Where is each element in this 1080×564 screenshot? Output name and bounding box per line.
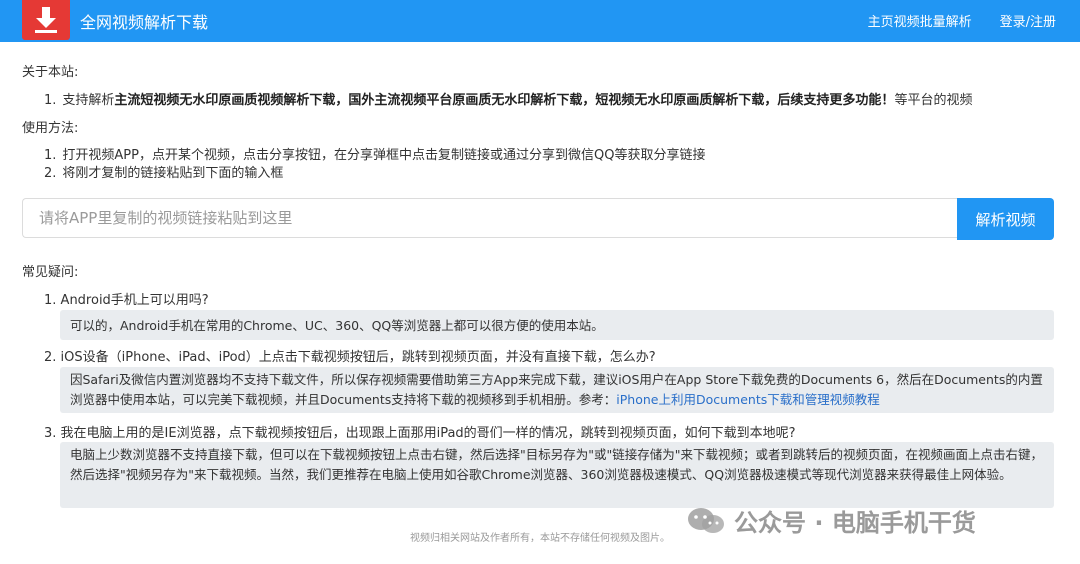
faq-answer: 因Safari及微信内置浏览器均不支持下载文件，所以保存视频需要借助第三方App… [60,367,1054,413]
faq-question: 3. 我在电脑上用的是IE浏览器，点下载视频按钮后，出现跟上面那用iPad的哥们… [44,426,796,441]
download-logo-icon[interactable] [22,0,70,40]
faq-title: 常见疑问: [22,265,79,280]
faq-question: 2. iOS设备（iPhone、iPad、iPod）上点击下载视频按钮后，跳转到… [44,350,656,365]
url-input-group: 解析视频 [22,198,1054,240]
top-nav: 主页视频批量解析 登录/注册 [868,11,1056,30]
usage-item: 1. 打开视频APP，点开某个视频，点击分享按钮，在分享弹框中点击复制链接或通过分… [44,148,706,163]
top-navbar: 全网视频解析下载 主页视频批量解析 登录/注册 [0,0,1080,42]
usage-item: 2. 将刚才复制的链接粘贴到下面的输入框 [44,166,284,181]
nav-batch-parse-link[interactable]: 主页视频批量解析 [868,11,972,30]
about-title: 关于本站: [22,65,79,80]
parse-video-button[interactable]: 解析视频 [957,198,1054,240]
nav-login-link[interactable]: 登录/注册 [1000,11,1056,30]
documents-tutorial-link[interactable]: iPhone上利用Documents下载和管理视频教程 [616,392,879,407]
watermark-text: 公众号 · 电脑手机干货 [734,509,976,537]
site-brand[interactable]: 全网视频解析下载 [80,9,208,33]
usage-title: 使用方法: [22,121,79,136]
watermark: 公众号 · 电脑手机干货 [686,503,976,538]
faq-answer: 电脑上少数浏览器不支持直接下载，但可以在下载视频按钮上点击右键，然后选择"目标另… [60,442,1054,508]
faq-question: 1. Android手机上可以用吗? [44,293,209,308]
faq-answer: 可以的，Android手机在常用的Chrome、UC、360、QQ等浏览器上都可… [60,310,1054,340]
about-item: 1. 支持解析主流短视频无水印原画质视频解析下载，国外主流视频平台原画质无水印解析… [44,93,973,108]
video-url-input[interactable] [22,198,958,238]
wechat-icon [688,507,724,533]
